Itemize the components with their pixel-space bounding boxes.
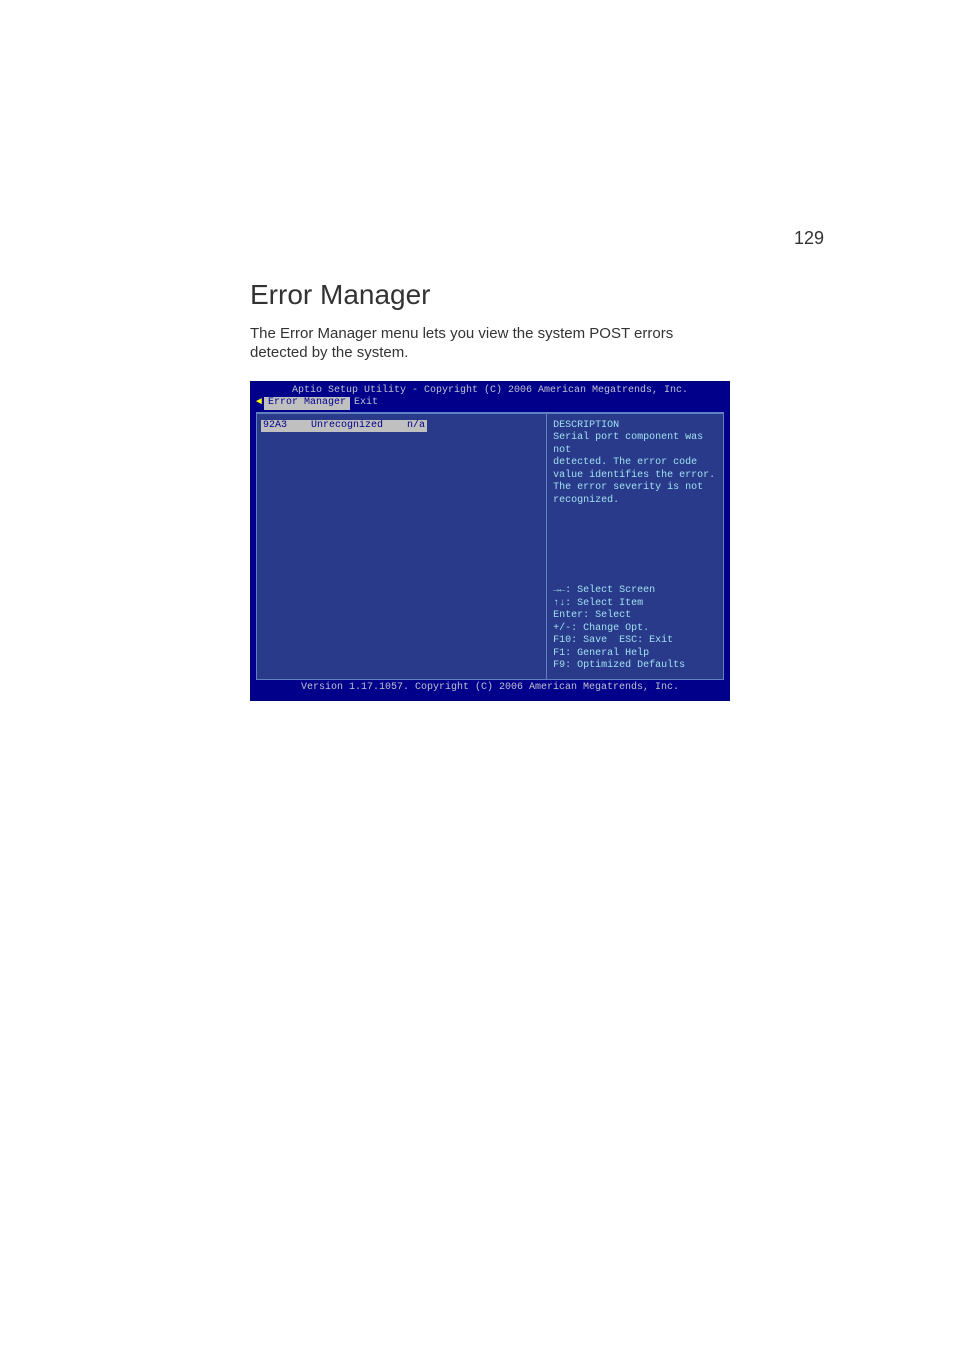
nav-line: →←: Select Screen [553, 585, 717, 598]
bios-title-bar: Aptio Setup Utility - Copyright (C) 2006… [252, 383, 728, 398]
bios-body: 92A3 Unrecognized n/a DESCRIPTION Serial… [256, 412, 724, 680]
nav-line: Enter: Select [553, 610, 717, 623]
page-number: 129 [794, 228, 824, 249]
nav-line: +/-: Change Opt. [553, 623, 717, 636]
bios-right-pane: DESCRIPTION Serial port component was no… [546, 413, 724, 680]
tab-error-manager[interactable]: Error Manager [264, 397, 350, 410]
description-line: recognized. [553, 495, 717, 508]
bios-tab-row: ◄ Error Manager Exit [252, 397, 728, 410]
description-line: Serial port component was not [553, 432, 717, 457]
nav-line: ↑↓: Select Item [553, 598, 717, 611]
section-heading: Error Manager [250, 279, 730, 311]
section-body: The Error Manager menu lets you view the… [250, 325, 730, 363]
error-row[interactable]: 92A3 Unrecognized n/a [261, 420, 427, 433]
description-block: DESCRIPTION Serial port component was no… [553, 420, 717, 508]
nav-line: F9: Optimized Defaults [553, 660, 717, 673]
description-line: value identifies the error. [553, 470, 717, 483]
description-line: detected. The error code [553, 457, 717, 470]
left-arrow-icon: ◄ [256, 397, 262, 410]
nav-line: F1: General Help [553, 648, 717, 661]
error-value: n/a [407, 420, 425, 433]
description-line: The error severity is not [553, 482, 717, 495]
error-code: 92A3 [263, 420, 287, 433]
error-status: Unrecognized [311, 420, 383, 433]
bios-left-pane: 92A3 Unrecognized n/a [256, 413, 546, 680]
nav-line: F10: Save ESC: Exit [553, 635, 717, 648]
main-content: Error Manager The Error Manager menu let… [250, 279, 730, 701]
bios-screenshot: Aptio Setup Utility - Copyright (C) 2006… [250, 381, 730, 701]
bios-footer: Version 1.17.1057. Copyright (C) 2006 Am… [252, 680, 728, 697]
nav-help-block: →←: Select Screen ↑↓: Select Item Enter:… [553, 585, 717, 673]
tab-exit[interactable]: Exit [350, 397, 382, 410]
description-title: DESCRIPTION [553, 420, 717, 433]
